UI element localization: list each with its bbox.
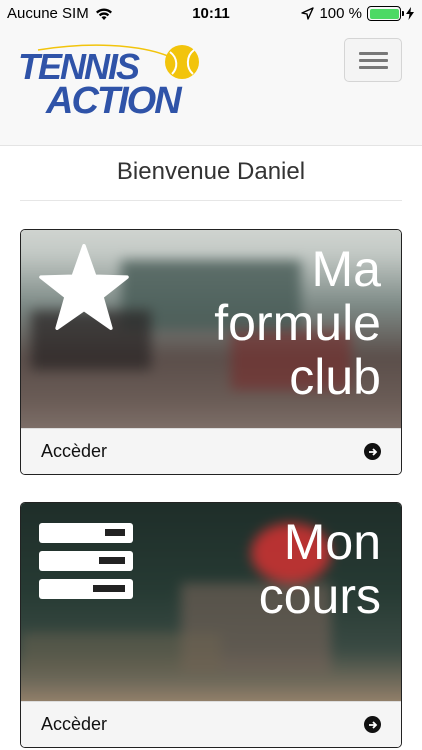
star-icon <box>39 244 129 330</box>
arrow-circle-right-icon <box>364 716 381 733</box>
access-button[interactable]: Accèder <box>21 428 401 474</box>
access-label: Accèder <box>41 714 108 734</box>
arrow-circle-right-icon <box>364 443 381 460</box>
logo-swoosh <box>37 44 169 57</box>
card-title-line: cours <box>258 568 381 624</box>
card-image: Ma formule club <box>21 230 401 428</box>
card-title-line: Mon <box>283 514 381 570</box>
hamburger-icon <box>359 59 388 62</box>
hamburger-icon <box>359 66 388 69</box>
hamburger-icon <box>359 52 388 55</box>
access-label: Accèder <box>41 441 108 461</box>
tennis-action-logo[interactable]: TENNIS ACTION <box>18 42 204 122</box>
location-arrow-icon <box>301 7 315 20</box>
card-title: Mon cours <box>259 515 381 623</box>
access-button[interactable]: Accèder <box>21 701 401 747</box>
battery-percent: 100 % <box>319 5 362 22</box>
welcome-heading: Bienvenue Daniel <box>20 158 402 201</box>
card-image: Mon cours <box>21 503 401 701</box>
battery-icon <box>367 6 404 21</box>
status-right: 100 % <box>301 5 414 22</box>
card-title-line: club <box>289 349 381 405</box>
card-ma-formule-club[interactable]: Ma formule club Accèder <box>20 229 402 475</box>
charging-bolt-icon <box>406 7 414 20</box>
header-navbar: TENNIS ACTION <box>0 28 422 146</box>
menu-toggle-button[interactable] <box>344 38 402 82</box>
battery-fill <box>369 8 399 19</box>
status-bar: Aucune SIM 10:11 100 % <box>0 0 422 28</box>
card-title-line: Ma <box>311 241 381 297</box>
card-title: Ma formule club <box>214 242 381 404</box>
card-title-line: formule <box>214 295 381 351</box>
card-mon-cours[interactable]: Mon cours Accèder <box>20 502 402 748</box>
list-icon <box>39 523 133 599</box>
